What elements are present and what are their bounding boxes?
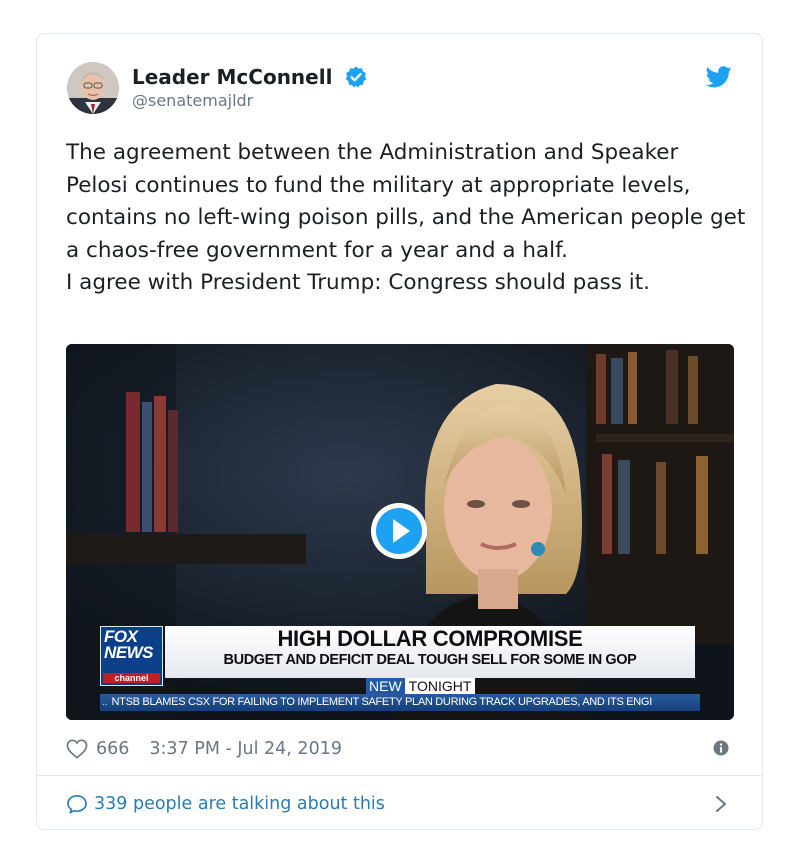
play-icon[interactable] xyxy=(369,501,429,561)
tweet-card: Leader McConnell @senatemajldr The agree… xyxy=(36,33,763,830)
author-info: Leader McConnell @senatemajldr xyxy=(132,64,368,112)
tweet-meta: 666 3:37 PM - Jul 24, 2019 xyxy=(66,734,342,764)
ticker-prefix: .. xyxy=(102,696,108,708)
headline-box: HIGH DOLLAR COMPROMISE BUDGET AND DEFICI… xyxy=(165,626,695,678)
verified-badge-icon xyxy=(345,66,366,88)
info-icon[interactable] xyxy=(713,740,729,756)
video-player[interactable]: FOX NEWS channel HIGH DOLLAR COMPROMISE … xyxy=(66,344,734,720)
handle[interactable]: @senatemajldr xyxy=(132,90,368,112)
badge-tonight: TONIGHT xyxy=(404,678,476,694)
display-name[interactable]: Leader McConnell xyxy=(132,64,332,90)
heart-icon[interactable] xyxy=(66,739,88,759)
conversation-link[interactable]: 339 people are talking about this xyxy=(66,790,385,818)
chevron-right-icon[interactable] xyxy=(714,794,728,814)
avatar-photo xyxy=(67,62,119,114)
news-headline: HIGH DOLLAR COMPROMISE xyxy=(277,626,583,651)
fox-news-logo: FOX NEWS channel xyxy=(100,626,163,686)
tweet-text: The agreement between the Administration… xyxy=(66,137,746,300)
tweet-timestamp[interactable]: 3:37 PM - Jul 24, 2019 xyxy=(149,735,342,763)
like-count[interactable]: 666 xyxy=(96,735,129,763)
tweet-text-paragraph-2: I agree with President Trump: Congress s… xyxy=(66,270,650,295)
news-subhead: BUDGET AND DEFICIT DEAL TOUGH SELL FOR S… xyxy=(223,652,637,668)
badge-new: NEW xyxy=(366,678,405,694)
divider xyxy=(37,775,762,776)
logo-news-text: NEWS xyxy=(104,643,154,662)
tweet-text-paragraph-1: The agreement between the Administration… xyxy=(66,140,746,263)
news-lower-third: FOX NEWS channel HIGH DOLLAR COMPROMISE … xyxy=(66,621,734,720)
speech-bubble-icon xyxy=(67,795,87,814)
new-tonight-badge: NEW TONIGHT xyxy=(366,678,476,694)
ticker-text: NTSB BLAMES CSX FOR FAILING TO IMPLEMENT… xyxy=(111,696,653,708)
talking-text[interactable]: 339 people are talking about this xyxy=(94,794,385,814)
avatar[interactable] xyxy=(67,62,119,114)
twitter-bird-icon[interactable] xyxy=(706,66,732,88)
news-ticker: .. NTSB BLAMES CSX FOR FAILING TO IMPLEME… xyxy=(100,694,700,711)
logo-channel-text: channel xyxy=(103,673,160,683)
